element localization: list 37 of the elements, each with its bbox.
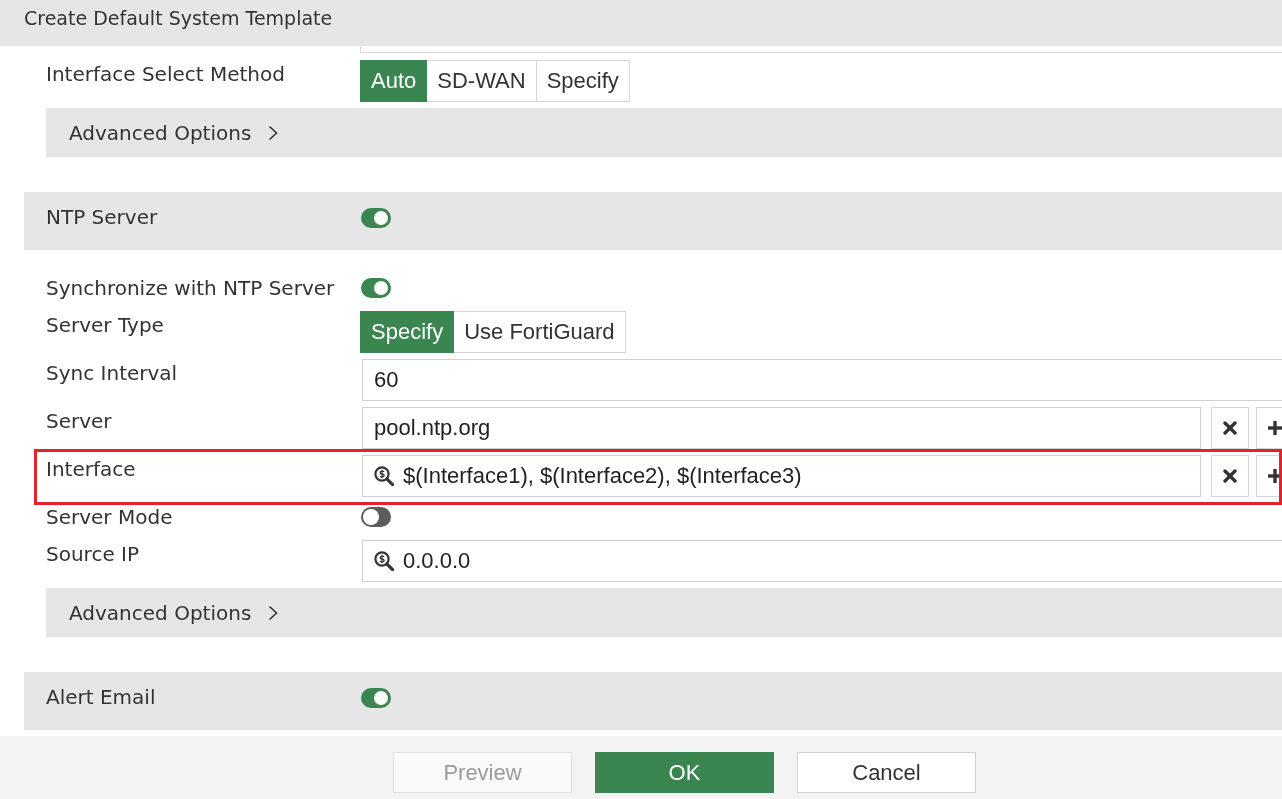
input-field[interactable]: 0.0.0.0 <box>362 540 1282 582</box>
field-label: Source IP <box>46 542 139 566</box>
close-icon <box>1223 421 1237 435</box>
search-icon <box>374 551 394 571</box>
input-field[interactable] <box>360 46 1282 53</box>
search-icon <box>374 466 394 486</box>
remove-button[interactable] <box>1211 407 1249 449</box>
section-title: NTP Server <box>46 205 158 229</box>
section-title: Alert Email <box>46 685 156 709</box>
segment-option[interactable]: Specify <box>536 60 630 102</box>
toggle-switch[interactable] <box>361 507 391 527</box>
plus-icon <box>1267 420 1282 436</box>
close-icon <box>1223 469 1237 483</box>
field-label: Server Type <box>46 313 164 337</box>
expander-bar[interactable]: Advanced Options <box>46 588 1282 637</box>
segment-option[interactable]: SD-WAN <box>427 60 537 102</box>
field-label: Interface <box>46 457 136 481</box>
toggle-switch[interactable] <box>361 208 391 228</box>
segment-option[interactable]: Use FortiGuard <box>454 311 626 353</box>
plus-icon <box>1267 468 1282 484</box>
field-label: Server <box>46 409 112 433</box>
field-label: Interface Select Method <box>46 62 285 86</box>
segment-option[interactable]: Specify <box>360 311 455 353</box>
dialog-button[interactable]: OK <box>595 752 774 793</box>
toggle-switch[interactable] <box>361 688 391 708</box>
toggle-switch[interactable] <box>361 278 391 298</box>
dialog-title: Create Default System Template <box>24 6 333 30</box>
field-label: Synchronize with NTP Server <box>46 276 335 300</box>
segment-option[interactable]: Auto <box>360 60 428 102</box>
expander-bar[interactable]: Advanced Options <box>46 108 1282 157</box>
input-field[interactable]: 60 <box>362 359 1282 401</box>
remove-button[interactable] <box>1211 455 1249 497</box>
input-field[interactable]: $(Interface1), $(Interface2), $(Interface3) <box>362 455 1201 497</box>
field-label: Server Mode <box>46 505 173 529</box>
field-label: Sync Interval <box>46 361 178 385</box>
input-field[interactable]: pool.ntp.org <box>362 407 1201 449</box>
dialog-button[interactable]: Cancel <box>797 752 976 793</box>
